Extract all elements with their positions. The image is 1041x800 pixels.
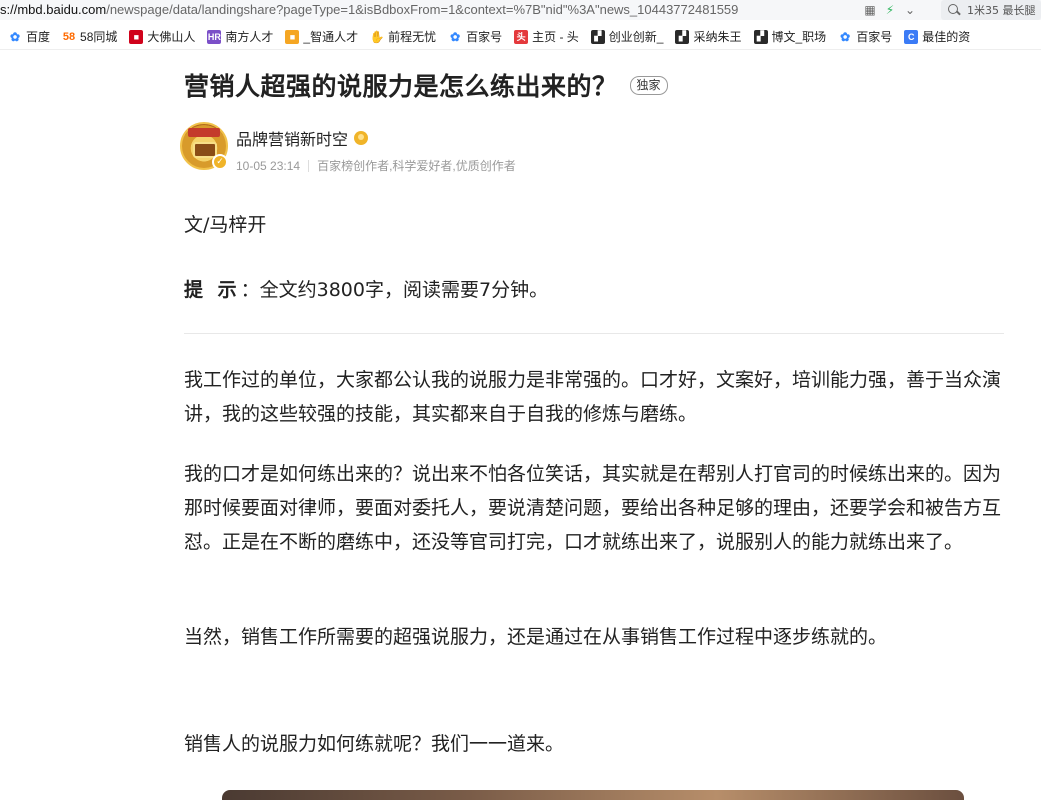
exclusive-badge: 独家 — [629, 75, 668, 95]
bookmark-label: 百度 — [26, 30, 51, 44]
paragraph: 当然，销售工作所需要的超强说服力，还是通过在从事销售工作过程中逐步练就的。 — [184, 626, 888, 648]
bookmark-item[interactable]: ▞ 博文_职场 — [746, 26, 831, 48]
tip-label: 提 示 — [184, 279, 241, 301]
site-icon: ■ — [129, 29, 144, 44]
hr-icon: HR — [207, 29, 222, 44]
search-icon — [947, 3, 961, 17]
author-name[interactable]: 品牌营销新时空 — [236, 126, 348, 150]
c-icon: C — [904, 29, 919, 44]
verified-check-icon: ✓ — [212, 154, 228, 170]
avatar[interactable]: ✓ — [180, 122, 228, 170]
paw-icon: ✿ — [9, 29, 21, 44]
toutiao-icon: 头 — [514, 29, 529, 44]
search-box[interactable]: 1米35 最长腿 — [941, 0, 1041, 20]
bookmark-item[interactable]: ✿ 百度 — [0, 26, 54, 48]
bookmark-item[interactable]: ✋ 前程无忧 — [362, 26, 440, 48]
flag-icon: ▞ — [675, 29, 690, 44]
bookmark-item[interactable]: ✿ 百家号 — [830, 26, 896, 48]
reading-tip: 提 示：全文约3800字，阅读需要7分钟。 — [184, 275, 548, 302]
bookmark-item[interactable]: ▞ 采纳朱王 — [667, 26, 745, 48]
chevron-down-icon[interactable]: ⌄ — [902, 2, 918, 18]
gold-v-badge-icon — [354, 131, 369, 145]
bookmark-item[interactable]: ▞ 创业创新_ — [583, 26, 668, 48]
byline: 文/马梓开 — [184, 214, 267, 236]
divider — [184, 333, 1004, 334]
lightning-icon[interactable]: ⚡ — [882, 2, 898, 18]
article-image — [222, 790, 964, 800]
bookmark-item[interactable]: C 最佳的资 — [896, 26, 974, 48]
bookmark-label: 南方人才 — [225, 30, 274, 44]
bookmark-item[interactable]: HR 南方人才 — [199, 26, 277, 48]
url-host: s://mbd.baidu.com — [0, 2, 107, 17]
bookmark-label: 58同城 — [80, 30, 118, 44]
bookmark-item[interactable]: 头主页 - 头 — [506, 26, 583, 48]
bookmark-label: 大佛山人 — [147, 30, 196, 44]
author-name-row: 品牌营销新时空 — [236, 126, 516, 150]
avatar-ribbon — [188, 128, 220, 137]
bookmark-label: 百家号 — [466, 30, 503, 44]
bookmarks-bar: ✿ 百度 58 58同城 ■ 大佛山人 HR 南方人才 ■ _智通人才 ✋ 前程无忧 ✿ 百家号头主页 -… — [0, 24, 1041, 50]
qr-code-icon[interactable]: ▦ — [862, 2, 878, 18]
url-path: /newspage/data/landingshare?pageType=1&i… — [106, 2, 739, 17]
bookmark-item[interactable]: ■ 大佛山人 — [121, 26, 199, 48]
bookmark-label: 百家号 — [856, 30, 893, 44]
author-block: ✓ 品牌营销新时空 10-05 23:14 百家榜创作者,科学爱好者,优质创作者 — [180, 122, 516, 174]
flag-icon: ▞ — [590, 29, 605, 44]
hand-icon: ✋ — [369, 29, 385, 44]
bookmark-item[interactable]: 58 58同城 — [54, 26, 121, 48]
author-info: 品牌营销新时空 10-05 23:14 百家榜创作者,科学爱好者,优质创作者 — [236, 122, 516, 174]
bookmark-label: 前程无忧 — [388, 30, 437, 44]
article-title: 营销人超强的说服力是怎么练出来的？ — [184, 72, 618, 101]
paragraph: 我工作过的单位，大家都公认我的说服力是非常强的。口才好，文案好，培训能力强，善于… — [184, 369, 1002, 425]
address-bar[interactable]: s://mbd.baidu.com/newspage/data/landings… — [0, 0, 1041, 20]
bookmark-label: 创业创新_ — [608, 30, 664, 44]
bookmark-label: 采纳朱王 — [693, 30, 742, 44]
paragraph: 销售人的说服力如何练就呢？我们一一道来。 — [184, 733, 565, 755]
article: 营销人超强的说服力是怎么练出来的？ 独家 ✓ 品牌营销新时空 10-05 23:… — [180, 60, 1004, 755]
paragraph: 我的口才是如何练出来的？说出来不怕各位笑话，其实就是在帮别人打官司的时候练出来的… — [184, 463, 1002, 553]
site-icon: ■ — [285, 29, 300, 44]
title-row: 营销人超强的说服力是怎么练出来的？ 独家 — [184, 60, 1004, 110]
paw-icon: ✿ — [450, 29, 461, 44]
url-fade — [820, 0, 854, 20]
meta-divider — [308, 159, 310, 172]
tip-text: ：全文约3800字，阅读需要7分钟。 — [240, 279, 549, 301]
author-tags: 百家榜创作者,科学爱好者,优质创作者 — [317, 159, 516, 173]
58-icon: 58 — [62, 30, 76, 43]
bookmark-item[interactable]: ■ _智通人才 — [277, 26, 362, 48]
url-field[interactable]: s://mbd.baidu.com/newspage/data/landings… — [0, 0, 852, 20]
bookmark-label: 博文_职场 — [771, 30, 827, 44]
bookmark-item[interactable]: ✿ 百家号 — [440, 26, 506, 48]
search-text: 1米35 最长腿 — [967, 4, 1036, 17]
publish-date: 10-05 23:14 — [236, 158, 301, 173]
bookmark-label: 主页 - 头 — [532, 30, 579, 44]
author-meta: 10-05 23:14 百家榜创作者,科学爱好者,优质创作者 — [236, 157, 516, 174]
bookmark-label: 最佳的资 — [922, 30, 971, 44]
paw-icon: ✿ — [840, 29, 851, 44]
flag-icon: ▞ — [753, 29, 768, 44]
bookmark-label: _智通人才 — [303, 30, 359, 44]
